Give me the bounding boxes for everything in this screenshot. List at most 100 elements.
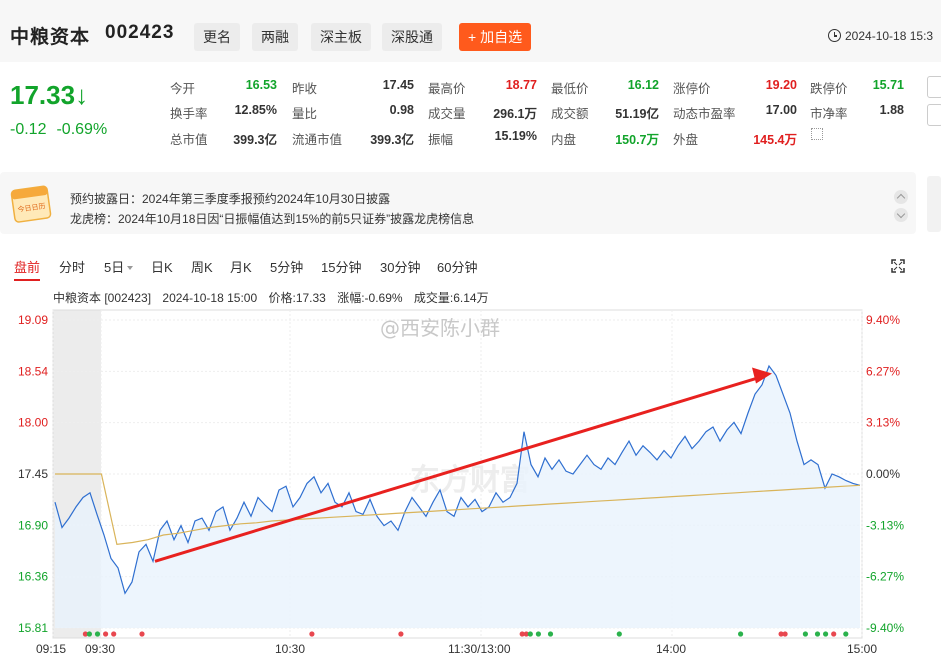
more-icon[interactable] xyxy=(811,128,823,140)
tab-30min[interactable]: 30分钟 xyxy=(380,257,420,276)
clock-icon xyxy=(828,29,841,42)
datetime: 2024-10-18 15:3 xyxy=(828,29,933,43)
quote-value: 150.7万 xyxy=(615,133,659,147)
quote-label: 量比 xyxy=(292,107,318,121)
tab-premarket[interactable]: 盘前 xyxy=(14,257,41,281)
side-button[interactable] xyxy=(927,104,941,126)
quote-value: 1.88 xyxy=(879,103,904,117)
y-axis-left-label: 18.00 xyxy=(18,416,48,430)
x-axis-label: 15:00 xyxy=(847,642,877,656)
volume-dot xyxy=(535,631,542,637)
quote-label: 振幅 xyxy=(428,133,454,147)
volume-dot xyxy=(94,631,101,637)
volume-dot xyxy=(309,631,315,637)
quote-label: 今开 xyxy=(170,82,196,96)
y-axis-left-label: 16.90 xyxy=(18,518,48,532)
quote-value: 145.4万 xyxy=(753,133,797,147)
tab-5day-label: 5日 xyxy=(104,260,125,275)
x-axis-label: 10:30 xyxy=(275,642,305,656)
side-button[interactable] xyxy=(927,76,941,98)
quote-value: 0.98 xyxy=(389,103,414,117)
volume-dot xyxy=(547,631,554,637)
volume-dot xyxy=(843,631,849,637)
volume-dot xyxy=(802,631,809,637)
quote-label: 最高价 xyxy=(428,82,466,96)
quote-value: 17.45 xyxy=(382,78,414,92)
y-axis-right-label: 6.27% xyxy=(866,364,900,378)
tab-monthly-k[interactable]: 月K xyxy=(230,257,252,276)
volume-dot xyxy=(139,631,145,637)
tag-rename[interactable]: 更名 xyxy=(194,23,240,51)
quote-label: 流通市值 xyxy=(292,133,343,147)
quote-label: 成交额 xyxy=(551,107,589,121)
change-value: -0.12 xyxy=(10,121,47,138)
tab-5day[interactable]: 5日 xyxy=(104,257,134,276)
y-axis-left-label: 17.45 xyxy=(18,467,48,481)
x-axis-label: 09:30 xyxy=(85,642,115,656)
volume-dot xyxy=(823,631,829,637)
quote-value: 15.19% xyxy=(494,129,537,143)
quote-label: 跌停价 xyxy=(810,82,848,96)
quote-value: 19.20 xyxy=(765,78,797,92)
datetime-text: 2024-10-18 15:3 xyxy=(845,29,934,43)
volume-dot xyxy=(738,631,744,637)
tag-margin[interactable]: 两融 xyxy=(252,23,298,51)
quote-label: 市净率 xyxy=(810,107,848,121)
change-percent: -0.69% xyxy=(56,121,108,138)
y-axis-left-label: 16.36 xyxy=(18,570,48,584)
quote-value: 399.3亿 xyxy=(370,133,414,147)
volume-dot xyxy=(814,631,821,637)
quote-label: 涨停价 xyxy=(673,82,711,96)
intraday-chart[interactable]: 19.09 9.40% 18.54 6.27% 18.00 3.13% 17.45 0.00%… xyxy=(0,300,941,656)
volume-dot xyxy=(782,631,788,637)
fullscreen-icon[interactable] xyxy=(891,259,905,273)
tab-intraday[interactable]: 分时 xyxy=(59,257,85,276)
quote-value: 15.71 xyxy=(872,78,904,92)
y-axis-left-label: 18.54 xyxy=(18,364,48,378)
y-axis-right-label: -3.13% xyxy=(866,518,904,532)
quote-label: 动态市盈率 xyxy=(673,107,736,121)
y-axis-right-label: -9.40% xyxy=(866,621,904,635)
volume-dot xyxy=(398,631,404,637)
y-axis-right-label: 0.00% xyxy=(866,467,900,481)
quote-value: 51.19亿 xyxy=(615,107,659,121)
notice-disclosure[interactable]: 预约披露日：2024年第三季度季报预约2024年10月30日披露 xyxy=(70,190,390,207)
x-axis-label: 11:30/13:00 xyxy=(448,642,511,656)
scroll-down-icon[interactable] xyxy=(894,208,908,222)
y-axis-right-label: 9.40% xyxy=(866,313,900,327)
tab-60min[interactable]: 60分钟 xyxy=(437,257,477,276)
price-change: -0.12 -0.69% xyxy=(10,121,117,139)
tag-connect[interactable]: 深股通 xyxy=(382,23,442,51)
quote-label: 成交量 xyxy=(428,107,466,121)
quote-label: 最低价 xyxy=(551,82,589,96)
calendar-icon: 今日日历 xyxy=(10,185,52,223)
volume-dot xyxy=(616,631,622,637)
volume-dot xyxy=(111,631,117,637)
scroll-up-icon[interactable] xyxy=(894,190,908,204)
x-axis-label: 14:00 xyxy=(656,642,686,656)
x-axis-label: 09:15 xyxy=(36,642,66,656)
volume-dot xyxy=(86,631,92,637)
price-value: 17.33 xyxy=(10,80,76,110)
notice-dragon-tiger[interactable]: 龙虎榜：2024年10月18日因“日振幅值达到15%的前5只证券”披露龙虎榜信息 xyxy=(70,210,474,227)
quote-label: 外盘 xyxy=(673,133,699,147)
quote-label: 昨收 xyxy=(292,82,318,96)
y-axis-left-label: 15.81 xyxy=(18,621,48,635)
add-watchlist-button[interactable]: + 加自选 xyxy=(459,23,532,51)
tab-weekly-k[interactable]: 周K xyxy=(191,257,213,276)
tab-5min[interactable]: 5分钟 xyxy=(270,257,303,276)
side-panel-stub[interactable] xyxy=(927,176,941,232)
down-arrow-icon: ↓ xyxy=(75,80,89,110)
stock-code: 002423 xyxy=(105,22,175,43)
stock-name: 中粮资本 xyxy=(10,27,91,48)
tab-daily-k[interactable]: 日K xyxy=(151,257,173,276)
y-axis-right-label: 3.13% xyxy=(866,416,900,430)
volume-dot xyxy=(831,631,837,637)
quote-label: 总市值 xyxy=(170,133,208,147)
tag-main-board[interactable]: 深主板 xyxy=(311,23,371,51)
volume-dot xyxy=(527,631,533,637)
watermark-text: @西安陈小群 xyxy=(380,316,500,340)
current-price: 17.33↓ xyxy=(10,80,88,111)
tab-15min[interactable]: 15分钟 xyxy=(321,257,361,276)
quote-value: 18.77 xyxy=(505,78,537,92)
